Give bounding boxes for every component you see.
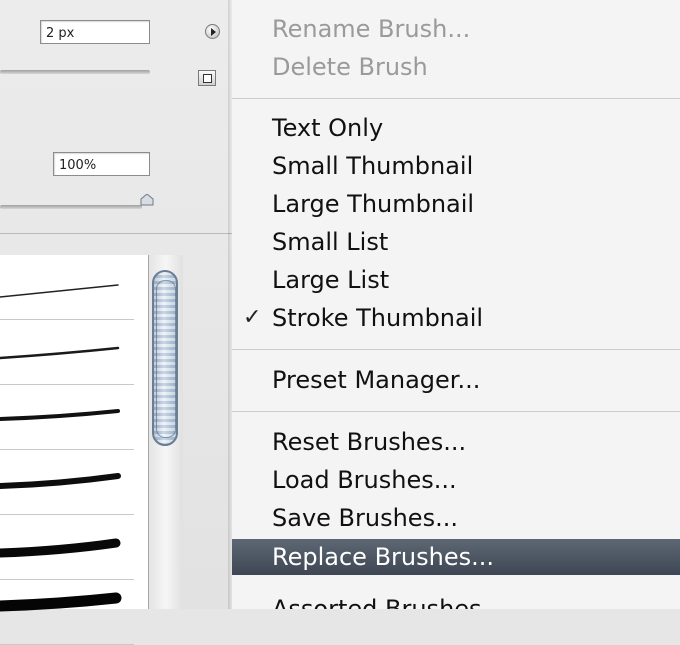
hardness-slider-thumb[interactable]: [140, 194, 154, 206]
brush-stroke-preview: [0, 592, 122, 612]
brush-preset-item[interactable]: [0, 515, 134, 580]
brush-stroke-preview: [0, 538, 121, 558]
brush-preset-item[interactable]: [0, 580, 134, 645]
brush-preset-panel: [0, 0, 232, 645]
menu-item-rename-brush[interactable]: Rename Brush...: [232, 11, 680, 47]
menu-item-small-thumbnail[interactable]: Small Thumbnail: [232, 148, 680, 184]
menu-item-delete-brush[interactable]: Delete Brush: [232, 49, 680, 85]
brush-panel-menu: Rename Brush... Delete Brush Text Only S…: [232, 0, 680, 609]
hardness-slider[interactable]: [0, 205, 142, 209]
brush-list-scroll-thumb[interactable]: [152, 270, 178, 446]
menu-item-assorted-brushes[interactable]: Assorted Brushes: [232, 591, 680, 609]
menu-item-text-only[interactable]: Text Only: [232, 110, 680, 146]
brush-stroke-preview: [0, 346, 120, 360]
size-field[interactable]: [40, 20, 150, 44]
brush-stroke-preview: [0, 473, 121, 489]
menu-item-small-list[interactable]: Small List: [232, 224, 680, 260]
hardness-field[interactable]: [53, 152, 150, 176]
menu-separator: [232, 98, 680, 99]
brush-preset-item[interactable]: [0, 255, 134, 320]
brush-stroke-preview: [0, 409, 120, 421]
menu-separator: [232, 411, 680, 412]
brush-preset-item[interactable]: [0, 450, 134, 515]
brush-preset-item[interactable]: [0, 320, 134, 385]
menu-item-replace-brushes[interactable]: Replace Brushes...: [232, 539, 680, 575]
checkmark-icon: ✓: [243, 305, 262, 330]
brush-preset-item[interactable]: [0, 385, 134, 450]
panel-menu-button[interactable]: [205, 24, 220, 39]
size-slider[interactable]: [0, 70, 150, 74]
panel-divider: [0, 233, 232, 234]
menu-item-large-list[interactable]: Large List: [232, 262, 680, 298]
menu-item-reset-brushes[interactable]: Reset Brushes...: [232, 424, 680, 460]
menu-item-label: Stroke Thumbnail: [272, 304, 484, 332]
menu-item-preset-manager[interactable]: Preset Manager...: [232, 362, 680, 398]
menu-item-large-thumbnail[interactable]: Large Thumbnail: [232, 186, 680, 222]
new-preset-icon[interactable]: [198, 70, 216, 86]
menu-separator: [232, 349, 680, 350]
menu-item-load-brushes[interactable]: Load Brushes...: [232, 462, 680, 498]
menu-item-save-brushes[interactable]: Save Brushes...: [232, 500, 680, 536]
brush-stroke-preview: [0, 284, 119, 298]
brush-preset-list: [0, 255, 149, 645]
menu-item-stroke-thumbnail[interactable]: ✓ Stroke Thumbnail: [232, 300, 680, 336]
